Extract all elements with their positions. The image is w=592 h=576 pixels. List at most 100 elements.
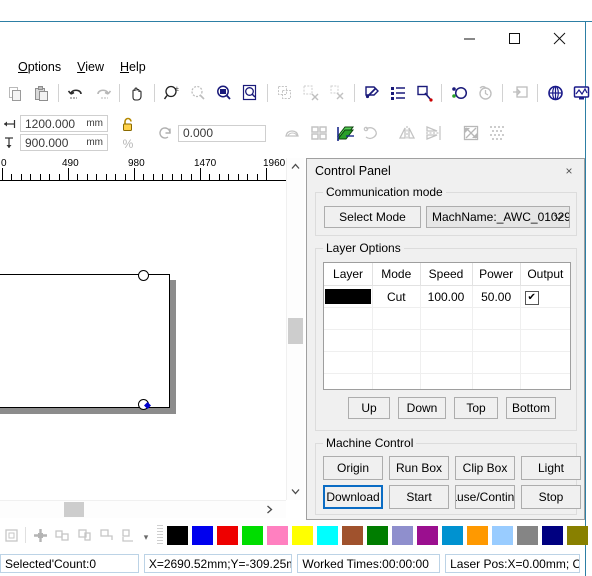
- globe-icon[interactable]: [542, 81, 568, 105]
- layer-power-cell[interactable]: 50.00: [472, 285, 521, 308]
- close-button[interactable]: [537, 23, 582, 53]
- ungroup-icon[interactable]: [298, 81, 324, 105]
- color-swatch[interactable]: [267, 525, 288, 545]
- import-icon[interactable]: [507, 81, 533, 105]
- color-swatch[interactable]: [517, 525, 538, 545]
- maximize-button[interactable]: [492, 23, 537, 53]
- width-input[interactable]: 1200.000 mm: [20, 115, 108, 132]
- color-swatch[interactable]: [442, 525, 463, 545]
- array-icon[interactable]: [306, 121, 332, 145]
- scroll-right-arrow[interactable]: [261, 501, 278, 518]
- layer-top-button[interactable]: Top: [454, 397, 498, 419]
- output-checkbox[interactable]: ✔: [524, 290, 539, 305]
- mirror-horizontal-icon[interactable]: [394, 121, 420, 145]
- layer-mode-cell[interactable]: Cut: [372, 285, 421, 308]
- select-mode-button[interactable]: Select Mode: [324, 206, 421, 228]
- stop-button[interactable]: Stop: [521, 485, 581, 509]
- redo-icon[interactable]: [89, 81, 115, 105]
- color-swatch[interactable]: [417, 525, 438, 545]
- color-swatch[interactable]: [567, 525, 588, 545]
- align-right-icon[interactable]: [95, 524, 117, 546]
- rotate-icon[interactable]: [152, 121, 178, 145]
- color-swatch[interactable]: [167, 525, 188, 545]
- colorbar-overflow-chevrons[interactable]: » ▾: [588, 526, 592, 544]
- light-button[interactable]: Light: [521, 456, 581, 480]
- color-swatch[interactable]: [317, 525, 338, 545]
- dither-icon[interactable]: [484, 121, 510, 145]
- layer-down-button[interactable]: Down: [398, 397, 446, 419]
- minimize-button[interactable]: [447, 23, 492, 53]
- mirror-vertical-icon[interactable]: [420, 121, 446, 145]
- color-swatch[interactable]: [217, 525, 238, 545]
- origin-button[interactable]: Origin: [323, 456, 383, 480]
- scroll-up-arrow[interactable]: [287, 158, 304, 175]
- work-area-rectangle[interactable]: [0, 270, 176, 414]
- delete-node-icon[interactable]: [324, 81, 350, 105]
- design-canvas[interactable]: [0, 184, 286, 500]
- pause-continue-button[interactable]: Pause/Continue: [455, 485, 515, 509]
- color-swatch[interactable]: [467, 525, 488, 545]
- device-combo[interactable]: MachName:_AWC_01029024: [426, 206, 570, 228]
- rotation-angle-input[interactable]: 0.000: [178, 124, 266, 142]
- color-swatch[interactable]: [392, 525, 413, 545]
- table-row[interactable]: Cut 100.00 50.00 ✔: [324, 285, 570, 308]
- align-top-icon[interactable]: [73, 524, 95, 546]
- vertical-scroll-thumb[interactable]: [288, 318, 303, 344]
- layer-up-button[interactable]: Up: [348, 397, 390, 419]
- layer-bottom-button[interactable]: Bottom: [506, 397, 556, 419]
- colorbar-grip[interactable]: [157, 525, 163, 545]
- table-row-empty[interactable]: [324, 329, 570, 352]
- scroll-down-arrow[interactable]: [287, 483, 304, 500]
- color-swatch[interactable]: [292, 525, 313, 545]
- group-icon[interactable]: [272, 81, 298, 105]
- align-left-icon[interactable]: [51, 524, 73, 546]
- resize-icon[interactable]: [458, 121, 484, 145]
- layer-color-cell[interactable]: [324, 285, 374, 308]
- table-row-empty[interactable]: [324, 373, 570, 389]
- aspect-lock-control[interactable]: %: [116, 116, 140, 150]
- layer-output-cell[interactable]: ✔: [520, 285, 570, 308]
- path-edit-icon[interactable]: [359, 81, 385, 105]
- color-swatch[interactable]: [492, 525, 513, 545]
- color-swatch[interactable]: [242, 525, 263, 545]
- zoom-page-icon[interactable]: [237, 81, 263, 105]
- handle-top-right[interactable]: [138, 270, 149, 281]
- height-input[interactable]: 900.000 mm: [20, 134, 108, 151]
- layer-list-icon[interactable]: [385, 81, 411, 105]
- layer-table[interactable]: Layer Mode Speed Power Output Cut 100.00 5…: [323, 262, 571, 390]
- layer-speed-cell[interactable]: 100.00: [420, 285, 473, 308]
- rotate-shape-icon[interactable]: [358, 121, 384, 145]
- node-tool-icon[interactable]: [411, 81, 437, 105]
- circle-node-icon[interactable]: [446, 81, 472, 105]
- offset-icon[interactable]: [280, 121, 306, 145]
- preview-icon[interactable]: [568, 81, 592, 105]
- align-page-icon[interactable]: [0, 524, 22, 546]
- clock-icon[interactable]: [472, 81, 498, 105]
- work-area-body[interactable]: [0, 274, 170, 408]
- align-bottom-icon[interactable]: [117, 524, 139, 546]
- align-overflow-chevron[interactable]: ▾: [139, 523, 153, 547]
- zoom-selection-icon[interactable]: [185, 81, 211, 105]
- control-panel-close-icon[interactable]: ×: [562, 164, 576, 178]
- pan-hand-icon[interactable]: [124, 81, 150, 105]
- table-row-empty[interactable]: [324, 307, 570, 330]
- menu-item-view[interactable]: View: [69, 58, 112, 76]
- align-center-icon[interactable]: [29, 524, 51, 546]
- start-button[interactable]: Start: [389, 485, 449, 509]
- table-row-empty[interactable]: [324, 351, 570, 374]
- undo-icon[interactable]: [63, 81, 89, 105]
- run-box-button[interactable]: Run Box: [389, 456, 449, 480]
- menu-item-help[interactable]: Help: [112, 58, 154, 76]
- layer-color-icon[interactable]: [332, 121, 358, 145]
- color-swatch[interactable]: [192, 525, 213, 545]
- menu-item-options[interactable]: Options: [10, 58, 69, 76]
- color-swatch[interactable]: [342, 525, 363, 545]
- copy-icon[interactable]: [2, 81, 28, 105]
- download-button[interactable]: Download: [323, 485, 383, 509]
- vertical-scrollbar[interactable]: [286, 158, 304, 500]
- layer-color-swatch[interactable]: [325, 289, 372, 304]
- zoom-window-icon[interactable]: [211, 81, 237, 105]
- clip-box-button[interactable]: Clip Box: [455, 456, 515, 480]
- color-swatch[interactable]: [542, 525, 563, 545]
- color-swatch[interactable]: [367, 525, 388, 545]
